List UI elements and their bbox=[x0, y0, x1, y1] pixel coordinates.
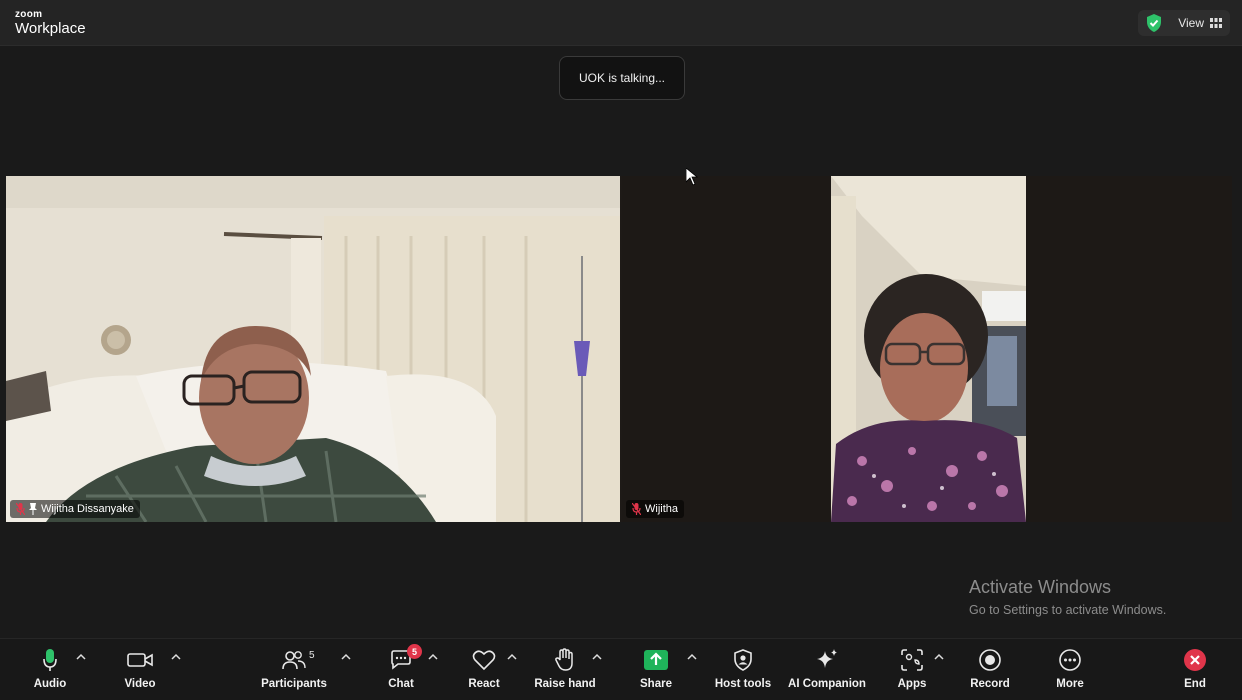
video-gallery: Wijitha Dissanyake Wijitha bbox=[6, 176, 1232, 522]
video-feed-2 bbox=[622, 176, 1232, 522]
raise-hand-button[interactable]: Raise hand bbox=[534, 647, 596, 695]
react-options-chevron-up-icon[interactable] bbox=[507, 653, 517, 661]
share-screen-icon bbox=[643, 647, 669, 673]
video-tile-wijitha[interactable]: Wijitha bbox=[622, 176, 1232, 522]
more-button[interactable]: More bbox=[1052, 647, 1088, 695]
host-tools-label: Host tools bbox=[714, 678, 772, 690]
zoom-meeting-window: zoom Workplace View UOK is talking... Wi… bbox=[0, 0, 1242, 700]
host-tools-button[interactable]: Host tools bbox=[712, 647, 774, 695]
participants-button[interactable]: 5 Participants bbox=[258, 647, 330, 695]
video-camera-icon bbox=[127, 647, 153, 673]
title-bar: zoom Workplace View bbox=[0, 0, 1242, 46]
watermark-subtitle: Go to Settings to activate Windows. bbox=[969, 603, 1167, 617]
chat-unread-badge: 5 bbox=[407, 644, 422, 659]
raise-hand-label: Raise hand bbox=[534, 678, 596, 690]
audio-options-chevron-up-icon[interactable] bbox=[76, 653, 86, 661]
grid-view-icon bbox=[1210, 18, 1222, 28]
participant-name-tag: Wijitha bbox=[626, 500, 685, 518]
more-dots-icon bbox=[1057, 647, 1083, 673]
active-speaker-toast: UOK is talking... bbox=[559, 56, 685, 100]
apps-options-chevron-up-icon[interactable] bbox=[934, 653, 944, 661]
meeting-controls-toolbar: Audio Video 5 Participants 5 Chat React … bbox=[0, 638, 1242, 700]
record-icon bbox=[977, 647, 1003, 673]
chat-options-chevron-up-icon[interactable] bbox=[428, 653, 438, 661]
end-label: End bbox=[1184, 678, 1206, 690]
sparkle-icon bbox=[814, 647, 840, 673]
video-options-chevron-up-icon[interactable] bbox=[171, 653, 181, 661]
heart-icon bbox=[471, 647, 497, 673]
raise-hand-options-chevron-up-icon[interactable] bbox=[592, 653, 602, 661]
audio-button[interactable]: Audio bbox=[32, 647, 68, 695]
muted-mic-icon bbox=[632, 503, 641, 515]
apps-icon bbox=[899, 647, 925, 673]
ai-companion-button[interactable]: AI Companion bbox=[786, 647, 868, 695]
share-options-chevron-up-icon[interactable] bbox=[687, 653, 697, 661]
end-x-icon bbox=[1182, 647, 1208, 673]
chat-button[interactable]: 5 Chat bbox=[385, 644, 422, 695]
view-button[interactable]: View bbox=[1172, 16, 1222, 30]
react-button[interactable]: React bbox=[466, 647, 502, 695]
ai-companion-label: AI Companion bbox=[788, 678, 866, 690]
security-shield-icon[interactable] bbox=[1146, 14, 1162, 32]
pin-icon bbox=[29, 503, 37, 515]
microphone-icon bbox=[37, 647, 63, 673]
host-tools-shield-icon bbox=[730, 647, 756, 673]
mouse-cursor-icon bbox=[686, 168, 698, 186]
share-button[interactable]: Share bbox=[638, 647, 674, 695]
activate-windows-watermark: Activate Windows Go to Settings to activ… bbox=[969, 577, 1166, 617]
participants-options-chevron-up-icon[interactable] bbox=[341, 653, 351, 661]
titlebar-right-controls: View bbox=[1138, 10, 1230, 36]
muted-mic-icon bbox=[16, 503, 25, 515]
apps-label: Apps bbox=[897, 678, 927, 690]
watermark-title: Activate Windows bbox=[969, 577, 1112, 597]
participant-name: Wijitha bbox=[645, 503, 679, 515]
participant-name: Wijitha Dissanyake bbox=[41, 503, 134, 515]
participant-name-tag: Wijitha Dissanyake bbox=[10, 500, 140, 518]
raised-hand-icon bbox=[552, 647, 578, 673]
brand-top: zoom bbox=[15, 9, 43, 20]
participants-icon: 5 bbox=[281, 647, 315, 673]
end-meeting-button[interactable]: End bbox=[1180, 647, 1210, 695]
video-tile-wijitha-dissanyake[interactable]: Wijitha Dissanyake bbox=[6, 176, 620, 522]
record-button[interactable]: Record bbox=[968, 647, 1012, 695]
video-feed-1 bbox=[6, 176, 620, 522]
apps-button[interactable]: Apps bbox=[894, 647, 930, 695]
brand-main: Workplace bbox=[15, 20, 86, 37]
chat-bubble-icon: 5 bbox=[388, 644, 422, 673]
zoom-workplace-logo: zoom Workplace bbox=[15, 9, 86, 37]
more-label: More bbox=[1056, 678, 1084, 690]
record-label: Record bbox=[970, 678, 1010, 690]
video-button[interactable]: Video bbox=[120, 647, 160, 695]
chat-label: Chat bbox=[388, 678, 414, 690]
toast-text: UOK is talking... bbox=[578, 71, 666, 85]
audio-label: Audio bbox=[33, 678, 67, 690]
share-label: Share bbox=[640, 678, 672, 690]
participants-label: Participants bbox=[261, 678, 327, 690]
react-label: React bbox=[468, 678, 500, 690]
video-label: Video bbox=[124, 678, 156, 690]
participants-count: 5 bbox=[309, 650, 315, 661]
view-label: View bbox=[1178, 16, 1204, 30]
